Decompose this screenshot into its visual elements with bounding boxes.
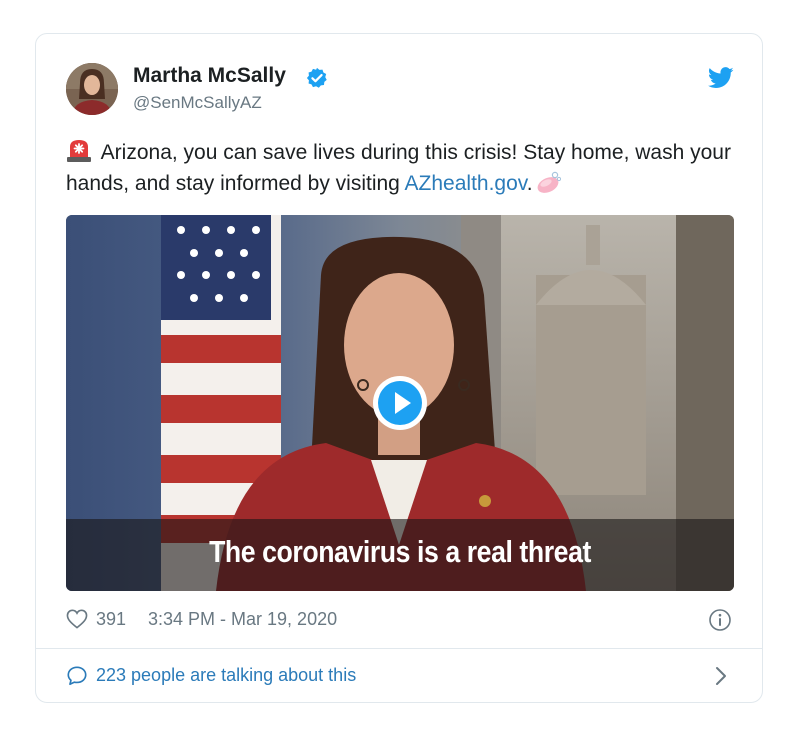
- video-player[interactable]: The coronavirus is a real threat: [66, 215, 734, 591]
- talking-about-text[interactable]: 223 people are talking about this: [96, 665, 356, 686]
- heart-icon[interactable]: [66, 609, 88, 629]
- tweet-timestamp[interactable]: 3:34 PM - Mar 19, 2020: [148, 609, 337, 630]
- play-button-icon[interactable]: [371, 374, 429, 432]
- video-caption: The coronavirus is a real threat: [209, 534, 591, 569]
- verified-badge-icon: [306, 67, 327, 88]
- tweet-text: Arizona, you can save lives during this …: [66, 137, 746, 199]
- twitter-bird-icon[interactable]: [708, 67, 734, 89]
- tweet-text-part1: Arizona, you can save lives during this …: [66, 141, 731, 195]
- like-count[interactable]: 391: [96, 609, 126, 630]
- tweet-card: Martha McSally @SenMcSallyAZ Arizona, yo…: [35, 33, 763, 703]
- speech-bubble-icon: [67, 666, 87, 686]
- rotating-siren-emoji-icon: [67, 140, 91, 162]
- soap-emoji-icon: [537, 171, 561, 193]
- avatar-photo: [66, 63, 118, 115]
- info-icon[interactable]: [708, 608, 732, 632]
- chevron-right-icon[interactable]: [714, 665, 728, 687]
- author-avatar[interactable]: [66, 63, 118, 115]
- tweet-text-part2: .: [526, 172, 533, 195]
- tweet-link-azhealth[interactable]: AZhealth.gov: [405, 172, 527, 195]
- conversation-link[interactable]: 223 people are talking about this: [36, 649, 762, 703]
- author-handle[interactable]: @SenMcSallyAZ: [133, 93, 262, 113]
- author-name[interactable]: Martha McSally: [133, 64, 286, 88]
